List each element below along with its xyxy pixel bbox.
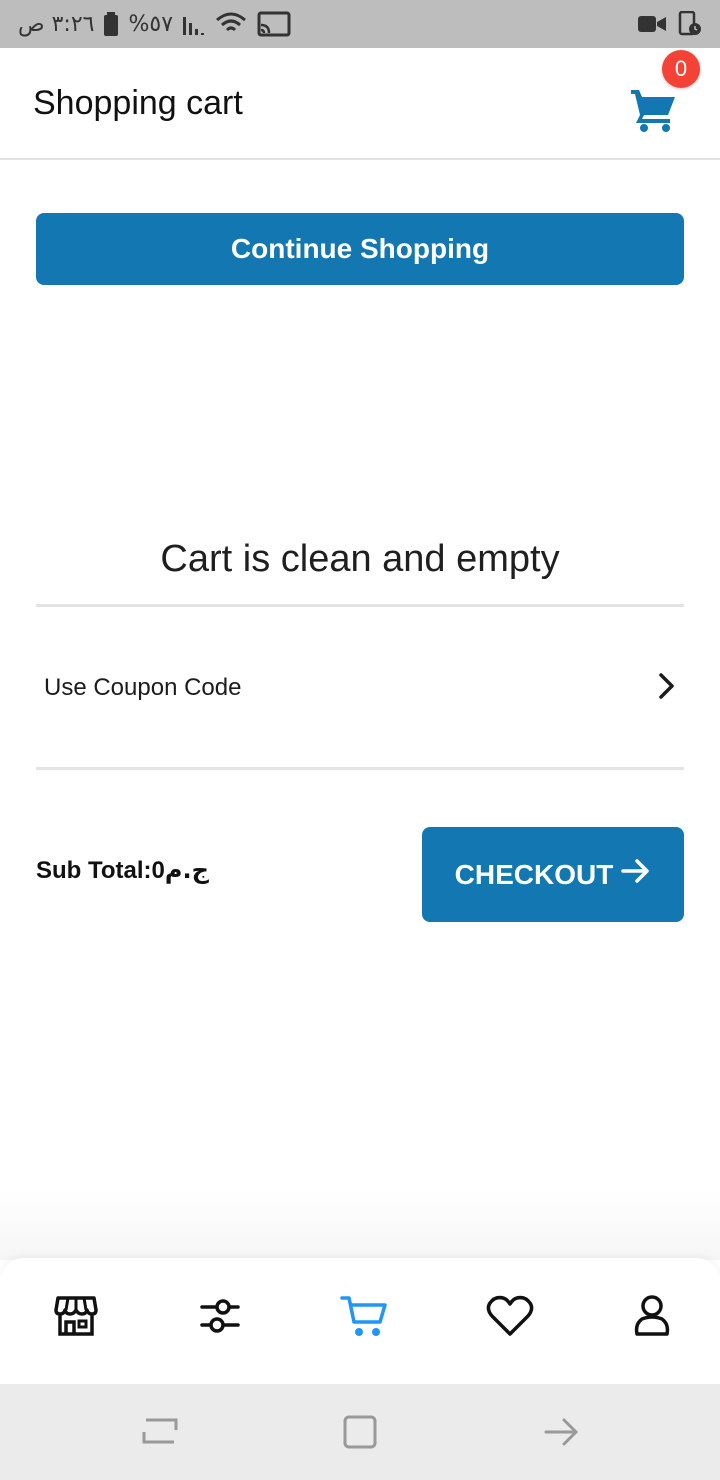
back-button[interactable]: [542, 1412, 582, 1452]
subtotal-value: 0: [151, 857, 165, 884]
signal-icon: [183, 13, 205, 35]
nav-item-filters[interactable]: [190, 1286, 250, 1346]
subtotal-currency: ج.م: [164, 856, 209, 884]
screen-lock-icon: [678, 11, 702, 37]
home-button[interactable]: [340, 1412, 380, 1452]
recents-button[interactable]: [140, 1412, 180, 1452]
nav-item-profile[interactable]: [622, 1286, 682, 1346]
divider-bottom: [36, 767, 684, 770]
chevron-right-icon: [656, 672, 676, 705]
back-icon: [544, 1418, 579, 1446]
status-left: ٣:٢٦ ص %٥٧: [18, 11, 291, 37]
page-title: Shopping cart: [33, 84, 243, 122]
divider-top: [36, 604, 684, 607]
empty-cart-message: Cart is clean and empty: [160, 538, 560, 580]
sliders-icon: [200, 1299, 240, 1333]
status-bar: ٣:٢٦ ص %٥٧: [0, 0, 720, 48]
cart-count-badge: 0: [662, 50, 700, 88]
video-call-icon: [638, 14, 666, 34]
battery-icon: [104, 12, 119, 36]
system-nav-bar: [0, 1384, 720, 1480]
nav-item-cart[interactable]: [334, 1286, 394, 1346]
nav-item-store[interactable]: [46, 1286, 106, 1346]
arrow-right-icon: [621, 858, 651, 891]
store-icon: [54, 1296, 98, 1336]
subtotal-label: Sub Total:: [36, 857, 152, 884]
continue-shopping-button[interactable]: Continue Shopping: [36, 213, 684, 285]
user-icon: [634, 1295, 670, 1336]
checkout-button[interactable]: CHECKOUT: [422, 827, 684, 922]
status-right: [638, 11, 702, 37]
nav-item-wishlist[interactable]: [480, 1286, 540, 1346]
coupon-row[interactable]: Use Coupon Code: [36, 640, 684, 736]
subtotal: Sub Total: 0 ج.م: [36, 856, 209, 885]
cart-icon: [631, 90, 675, 132]
coupon-label: Use Coupon Code: [44, 674, 242, 701]
bottom-fade: [0, 1190, 720, 1260]
battery-percent: %٥٧: [128, 11, 174, 37]
heart-icon: [486, 1295, 534, 1336]
app-bar: Shopping cart: [0, 48, 720, 160]
bottom-nav: [0, 1258, 720, 1384]
wifi-icon: [215, 12, 247, 36]
cart-nav-icon: [340, 1296, 387, 1336]
cast-icon: [257, 11, 291, 37]
recents-icon: [142, 1418, 178, 1444]
home-icon: [343, 1415, 377, 1449]
checkout-label: CHECKOUT: [454, 858, 614, 890]
status-time: ٣:٢٦ ص: [18, 11, 95, 37]
